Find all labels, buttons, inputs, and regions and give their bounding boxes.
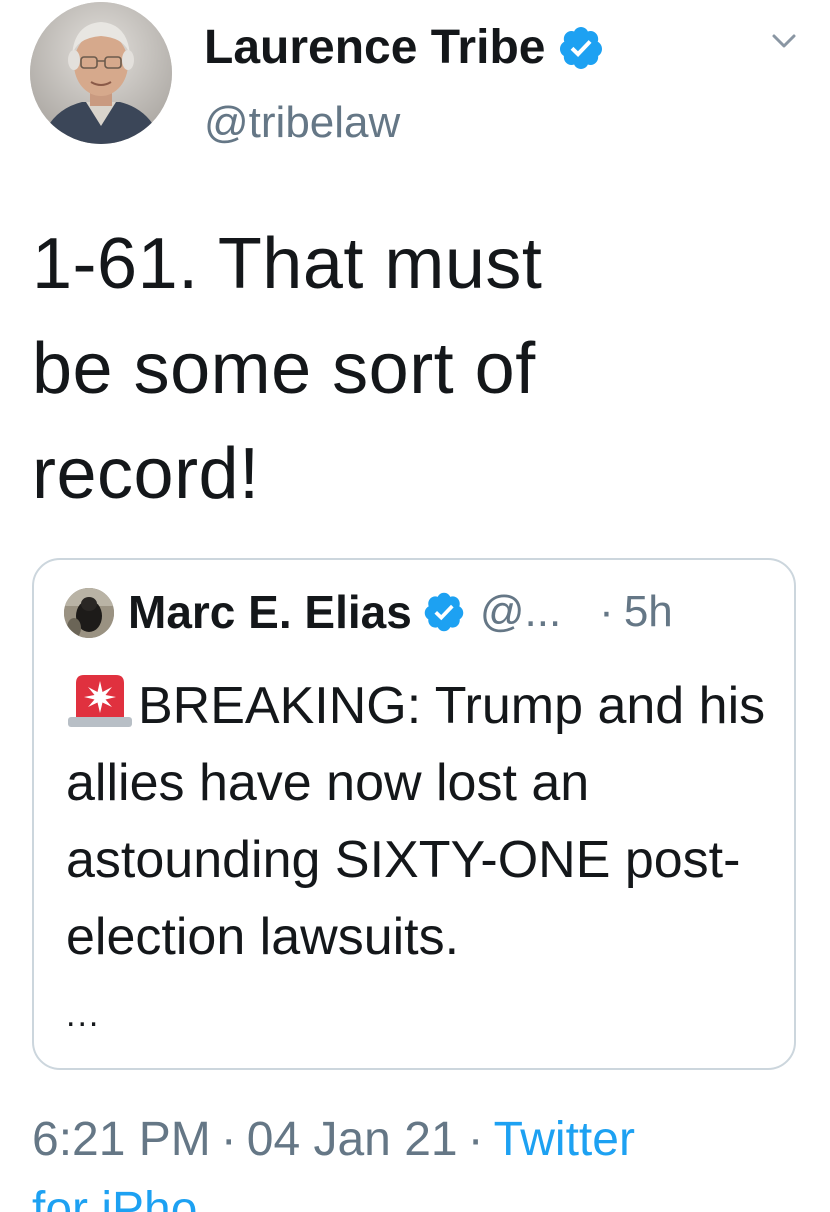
- verified-badge-icon: [424, 592, 464, 632]
- tweet-source-continuation: for iPho: [32, 1182, 272, 1212]
- meta-separator: ·: [467, 1113, 484, 1166]
- quoted-author-avatar: [64, 588, 114, 638]
- tweet-text: 1-61. That must be some sort of record!: [32, 224, 543, 514]
- chevron-down-icon[interactable]: [766, 28, 802, 56]
- tweet-source-continuation-text: for iPho: [32, 1183, 198, 1212]
- quoted-tweet-more[interactable]: ...: [66, 996, 100, 1035]
- tweet-source-link[interactable]: Twitter: [494, 1113, 635, 1166]
- meta-separator: ·: [220, 1113, 237, 1166]
- tweet-date[interactable]: 04 Jan 21: [247, 1113, 458, 1166]
- rotating-light-icon: [68, 675, 132, 727]
- quoted-author-handle[interactable]: @...: [480, 587, 561, 637]
- quoted-author-name[interactable]: Marc E. Elias: [128, 585, 412, 639]
- tweet-meta: 6:21 PM · 04 Jan 21 · Twitter: [32, 1110, 635, 1170]
- quoted-tweet-card[interactable]: Marc E. Elias @... · 5h BREAKING: Trump …: [32, 558, 796, 1070]
- author-handle[interactable]: @tribelaw: [204, 97, 400, 149]
- author-name-row[interactable]: Laurence Tribe: [204, 20, 605, 76]
- quoted-tweet-text: BREAKING: Trump and his allies have now …: [66, 677, 766, 966]
- tweet-time[interactable]: 6:21 PM: [32, 1113, 211, 1166]
- quoted-tweet-header: Marc E. Elias @... · 5h: [128, 582, 673, 642]
- verified-badge-icon: [560, 27, 603, 69]
- quoted-tweet-time[interactable]: 5h: [624, 587, 673, 637]
- author-name[interactable]: Laurence Tribe: [204, 20, 545, 76]
- quoted-tweet-body: BREAKING: Trump and his allies have now …: [66, 668, 786, 976]
- author-avatar[interactable]: [30, 2, 172, 144]
- time-separator: ·: [599, 587, 614, 636]
